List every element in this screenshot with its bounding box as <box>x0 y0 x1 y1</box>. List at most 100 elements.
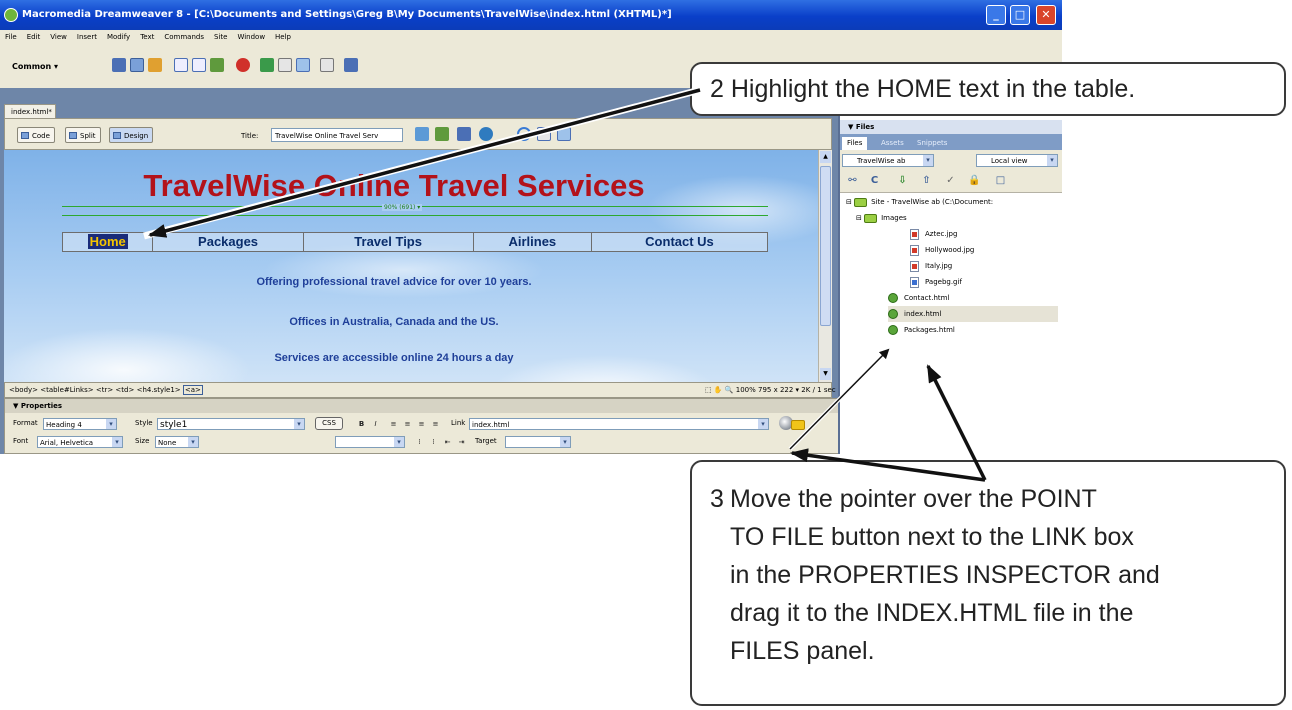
menu-site[interactable]: Site <box>209 30 232 44</box>
tree-site-root[interactable]: ⊟ Site - TravelWise ab (C:\Document: <box>846 194 993 210</box>
head-icon[interactable] <box>296 58 310 72</box>
tree-file-packages[interactable]: Packages.html <box>888 322 955 338</box>
layer-icon[interactable] <box>192 58 206 72</box>
globe-icon[interactable] <box>479 127 493 141</box>
visual-aids-icon[interactable] <box>557 127 571 141</box>
nav-cell-packages[interactable]: Packages <box>153 233 304 251</box>
unordered-list-icon[interactable]: ⁞ <box>415 438 424 447</box>
tag-table[interactable]: <table#Links> <box>40 386 93 394</box>
select-tool-icon[interactable]: ⬚ <box>705 386 712 394</box>
tag-body[interactable]: <body> <box>9 386 38 394</box>
design-view-scrollbar[interactable]: ▲ ▼ <box>818 150 832 382</box>
nav-link-packages[interactable]: Packages <box>198 234 258 249</box>
css-button[interactable]: CSS <box>315 417 343 430</box>
tab-snippets[interactable]: Snippets <box>912 137 952 150</box>
nav-link-contact-us[interactable]: Contact Us <box>645 234 714 249</box>
tab-assets[interactable]: Assets <box>876 137 909 150</box>
menu-insert[interactable]: Insert <box>72 30 102 44</box>
hyperlink-icon[interactable] <box>112 58 126 72</box>
menu-modify[interactable]: Modify <box>102 30 135 44</box>
menu-window[interactable]: Window <box>232 30 270 44</box>
bold-icon[interactable]: B <box>357 420 366 429</box>
minimize-button[interactable]: _ <box>986 5 1006 25</box>
get-files-icon[interactable]: ⇩ <box>896 174 909 187</box>
nav-link-home-highlighted[interactable]: Home <box>87 234 128 249</box>
tag-chooser-icon[interactable] <box>344 58 358 72</box>
check-out-icon[interactable]: ✓ <box>944 174 957 187</box>
files-panel-title[interactable]: ▼ Files <box>840 120 1062 134</box>
date-icon[interactable] <box>260 58 274 72</box>
image-icon[interactable] <box>210 58 224 72</box>
templates-icon[interactable] <box>320 58 334 72</box>
refresh-icon[interactable]: C <box>868 174 881 187</box>
email-link-icon[interactable] <box>130 58 144 72</box>
tag-a[interactable]: <a> <box>182 385 203 395</box>
code-view-button[interactable]: Code <box>17 127 55 143</box>
tab-files[interactable]: Files <box>842 137 868 150</box>
comment-icon[interactable] <box>278 58 292 72</box>
no-browser-check-errors-icon[interactable] <box>415 127 429 141</box>
menu-text[interactable]: Text <box>135 30 159 44</box>
view-select[interactable]: Local view <box>976 154 1058 167</box>
file-management-icon[interactable] <box>435 127 449 141</box>
title-input[interactable]: TravelWise Online Travel Serv <box>271 128 403 142</box>
menu-commands[interactable]: Commands <box>159 30 209 44</box>
tree-file-hollywood[interactable]: Hollywood.jpg <box>910 242 974 258</box>
size-value-input[interactable] <box>335 436 405 448</box>
tree-file-aztec[interactable]: Aztec.jpg <box>910 226 957 242</box>
menu-help[interactable]: Help <box>270 30 296 44</box>
view-options-icon[interactable] <box>537 127 551 141</box>
put-files-icon[interactable]: ⇧ <box>920 174 933 187</box>
tag-h4[interactable]: <h4.style1> <box>137 386 181 394</box>
scroll-down-arrow[interactable]: ▼ <box>820 368 831 380</box>
style-select[interactable]: style1 <box>157 418 305 430</box>
scroll-up-arrow[interactable]: ▲ <box>820 151 831 163</box>
zoom-select[interactable]: 100% <box>736 386 756 394</box>
menu-view[interactable]: View <box>45 30 72 44</box>
nav-cell-airlines[interactable]: Airlines <box>474 233 592 251</box>
split-view-button[interactable]: Split <box>65 127 101 143</box>
align-left-icon[interactable]: ≡ <box>389 420 398 429</box>
maximize-button[interactable]: □ <box>1010 5 1030 25</box>
menu-file[interactable]: File <box>0 30 22 44</box>
tree-file-index[interactable]: index.html <box>888 306 1058 322</box>
justify-icon[interactable]: ≡ <box>431 420 440 429</box>
expand-toggle-icon[interactable]: ⊟ <box>856 214 862 222</box>
expand-panel-icon[interactable]: □ <box>994 174 1007 187</box>
media-icon[interactable] <box>236 58 250 72</box>
link-input[interactable]: index.html <box>469 418 769 430</box>
tree-file-pagebg[interactable]: Pagebg.gif <box>910 274 962 290</box>
insert-category-select[interactable]: Common ▾ <box>12 62 58 71</box>
connect-icon[interactable]: ⚯ <box>846 174 859 187</box>
document-tab[interactable]: index.html* <box>4 104 56 118</box>
close-button[interactable]: ✕ <box>1036 5 1056 25</box>
check-in-icon[interactable]: 🔒 <box>968 174 981 187</box>
tag-td[interactable]: <td> <box>115 386 134 394</box>
preview-in-browser-icon[interactable] <box>457 127 471 141</box>
italic-icon[interactable]: I <box>371 420 380 429</box>
tree-file-italy[interactable]: Italy.jpg <box>910 258 952 274</box>
nav-link-airlines[interactable]: Airlines <box>508 234 556 249</box>
named-anchor-icon[interactable] <box>148 58 162 72</box>
hand-tool-icon[interactable]: ✋ <box>714 386 723 394</box>
scroll-thumb[interactable] <box>820 166 831 326</box>
ordered-list-icon[interactable]: ⁞ <box>429 438 438 447</box>
indent-icon[interactable]: ⇥ <box>457 438 466 447</box>
target-select[interactable] <box>505 436 571 448</box>
nav-cell-home[interactable]: Home <box>63 233 154 251</box>
table-icon[interactable] <box>174 58 188 72</box>
outdent-icon[interactable]: ⇤ <box>443 438 452 447</box>
nav-cell-travel-tips[interactable]: Travel Tips <box>304 233 474 251</box>
properties-title[interactable]: ▼ Properties <box>5 399 841 413</box>
format-select[interactable]: Heading 4 <box>43 418 117 430</box>
menu-edit[interactable]: Edit <box>22 30 46 44</box>
font-select[interactable]: Arial, Helvetica <box>37 436 123 448</box>
zoom-tool-icon[interactable]: 🔍 <box>725 386 734 394</box>
align-right-icon[interactable]: ≡ <box>417 420 426 429</box>
refresh-design-view-icon[interactable] <box>517 127 531 141</box>
tree-folder-images[interactable]: ⊟ Images <box>856 210 907 226</box>
nav-link-travel-tips[interactable]: Travel Tips <box>354 234 422 249</box>
site-select[interactable]: TravelWise ab <box>842 154 934 167</box>
align-center-icon[interactable]: ≡ <box>403 420 412 429</box>
design-view-button[interactable]: Design <box>109 127 154 143</box>
